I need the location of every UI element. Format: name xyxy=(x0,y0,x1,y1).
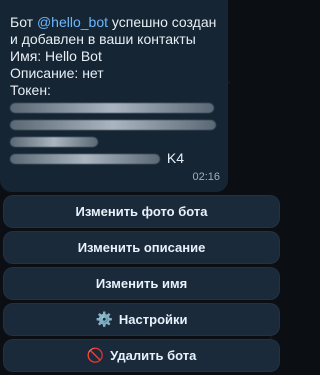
no-entry-icon: 🚫 xyxy=(86,347,105,364)
token-blur-4 xyxy=(10,154,160,164)
message-line-1: Бот @hello_bot успешно создан xyxy=(10,14,218,31)
token-redacted-block: K4 xyxy=(10,99,218,167)
token-row-1 xyxy=(10,99,218,116)
token-blur-1 xyxy=(10,103,214,113)
token-row-3 xyxy=(10,133,218,150)
token-row-2 xyxy=(10,116,218,133)
bot-created-message: Бот @hello_bot успешно создан и добавлен… xyxy=(0,0,228,192)
change-description-button[interactable]: Изменить описание xyxy=(3,231,280,264)
message-line-2: и добавлен в ваши контакты xyxy=(10,31,196,47)
bot-mention-link[interactable]: @hello_bot xyxy=(37,14,108,30)
message-line-3: Имя: Hello Bot xyxy=(10,48,102,64)
gear-icon: ⚙️ xyxy=(95,311,113,328)
token-row-4: K4 xyxy=(10,150,218,167)
delete-bot-label: Удалить бота xyxy=(110,348,197,363)
change-name-label: Изменить имя xyxy=(95,276,188,291)
message-time: 02:16 xyxy=(192,171,220,183)
delete-bot-button[interactable]: 🚫 Удалить бота xyxy=(3,339,280,372)
token-visible-end: K4 xyxy=(166,150,184,166)
settings-label: Настройки xyxy=(118,312,188,327)
line1-prefix: Бот xyxy=(10,14,37,30)
message-line-4: Описание: нет xyxy=(10,65,104,81)
token-blur-3 xyxy=(10,137,98,147)
chat-background: Бот @hello_bot успешно создан и добавлен… xyxy=(0,0,301,375)
change-name-button[interactable]: Изменить имя xyxy=(3,267,280,300)
change-photo-button[interactable]: Изменить фото бота xyxy=(3,195,280,228)
change-photo-label: Изменить фото бота xyxy=(75,204,208,219)
token-blur-2 xyxy=(10,120,216,130)
message-line-5: Токен: xyxy=(10,82,51,98)
change-description-label: Изменить описание xyxy=(77,240,206,255)
settings-button[interactable]: ⚙️ Настройки xyxy=(3,303,280,336)
line1-suffix: успешно создан xyxy=(108,14,217,30)
